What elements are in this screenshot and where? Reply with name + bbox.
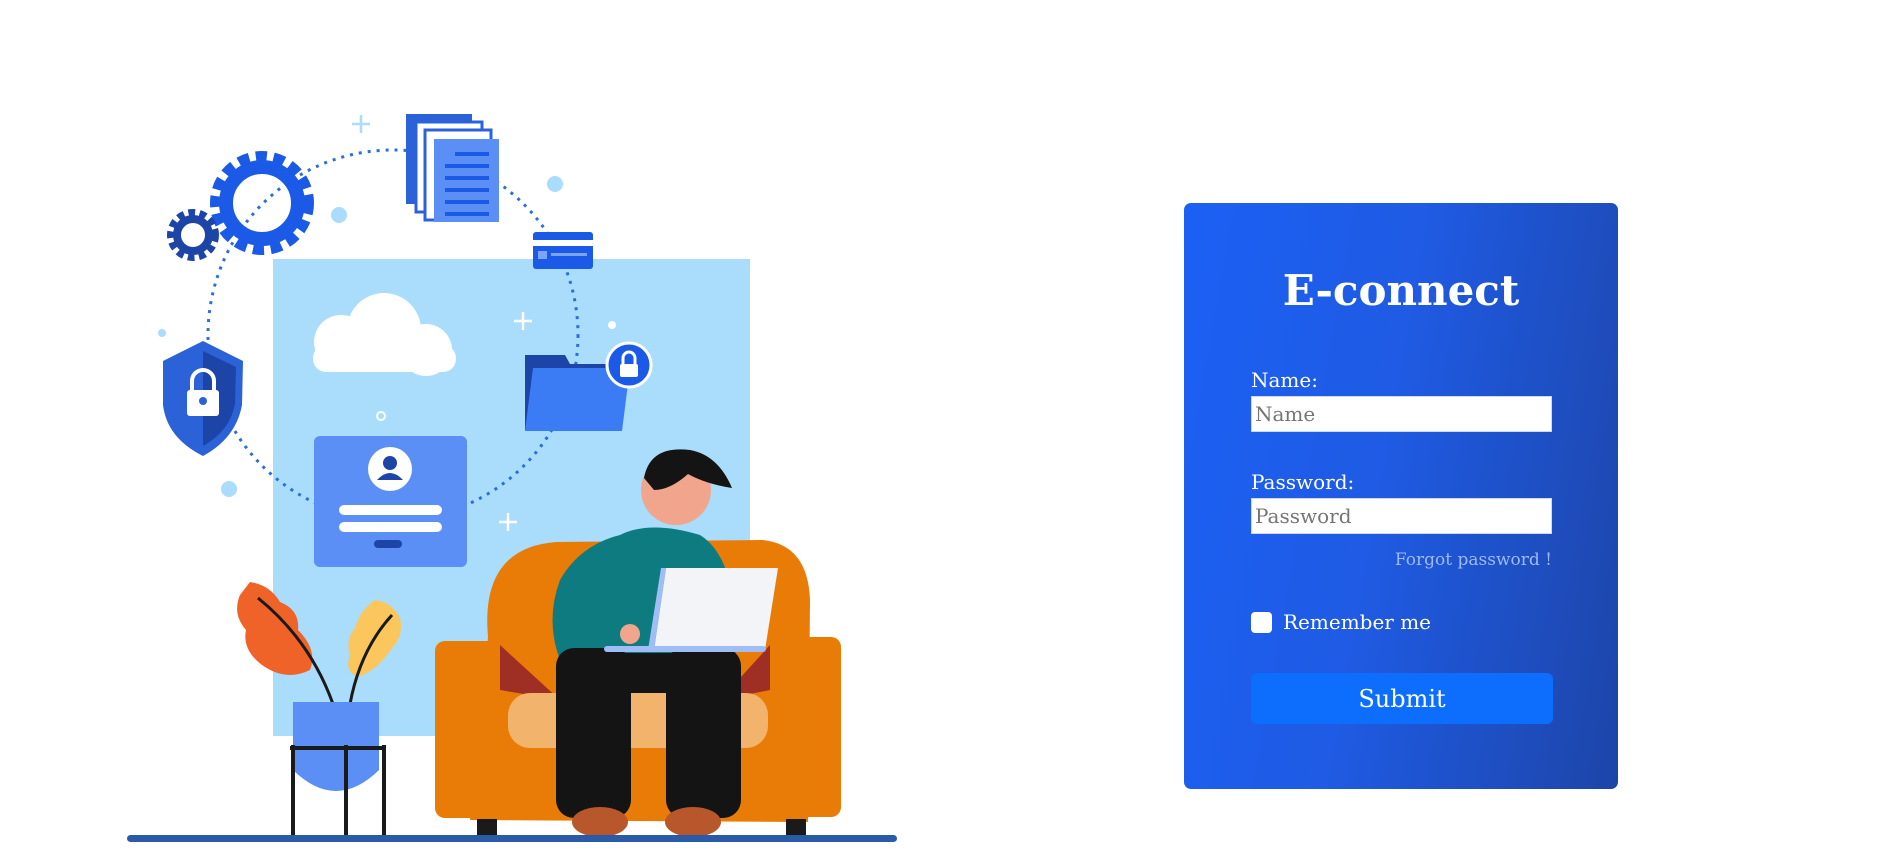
submit-button[interactable]: Submit — [1251, 673, 1553, 724]
user-profile-icon — [314, 436, 467, 567]
name-input[interactable] — [1251, 396, 1552, 432]
remember-me-row: Remember me — [1251, 609, 1431, 635]
password-label: Password: — [1251, 470, 1355, 494]
remember-me-checkbox[interactable] — [1251, 611, 1272, 633]
shield-lock-icon — [163, 341, 243, 456]
app-title: E-connect — [1282, 266, 1520, 315]
login-card: E-connect Name: Password: Forgot passwor… — [1184, 203, 1618, 789]
password-input[interactable] — [1251, 498, 1552, 534]
document-icon — [406, 114, 499, 222]
floor-line — [127, 835, 897, 842]
gear-icon — [167, 151, 314, 261]
hero-illustration — [127, 114, 897, 842]
forgot-password-link[interactable]: Forgot password ! — [1395, 550, 1552, 570]
name-label: Name: — [1251, 368, 1318, 392]
remember-me-label[interactable]: Remember me — [1283, 610, 1431, 634]
credit-card-icon — [533, 232, 593, 269]
login-page: E-connect Name: Password: Forgot passwor… — [0, 0, 1889, 866]
